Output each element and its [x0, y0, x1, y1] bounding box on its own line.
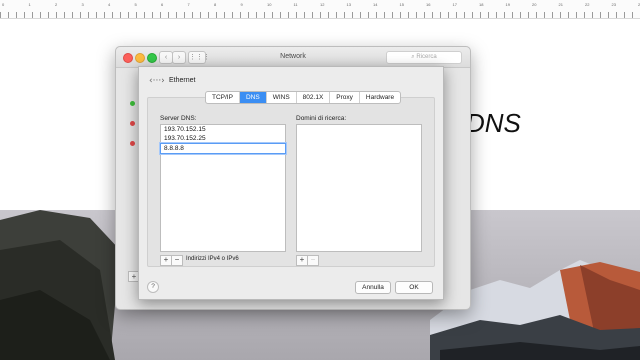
ruler-number: 1: [28, 2, 31, 7]
ruler-number: 8: [214, 2, 217, 7]
add-dns-button[interactable]: +: [160, 255, 172, 266]
ruler-number: 5: [134, 2, 137, 7]
search-icon: ⌕: [411, 54, 415, 60]
search-placeholder: Ricerca: [416, 54, 437, 60]
ruler-number: 3: [81, 2, 84, 7]
add-domain-button[interactable]: +: [296, 255, 308, 266]
settings-tabs: TCP/IP DNS WINS 802.1X Proxy Hardware: [205, 91, 402, 104]
ruler-number: 2: [55, 2, 58, 7]
dns-servers-label: Server DNS:: [160, 115, 197, 122]
tab-proxy[interactable]: Proxy: [330, 92, 360, 103]
ruler-number: 13: [346, 2, 351, 7]
ethernet-icon: ‹···›: [149, 76, 165, 86]
dns-server-entry[interactable]: 193.70.152.25: [161, 134, 285, 143]
tab-802-1x[interactable]: 802.1X: [297, 92, 331, 103]
dns-server-entry[interactable]: 8.8.8.8: [160, 143, 286, 154]
ruler-number: 23: [611, 2, 616, 7]
tab-dns[interactable]: DNS: [239, 92, 267, 103]
tab-wins[interactable]: WINS: [267, 92, 297, 103]
ruler-number: 20: [532, 2, 537, 7]
dns-settings-sheet: ‹···› Ethernet Server DNS: 193.70.152.15…: [138, 66, 444, 300]
ruler-number: 11: [293, 2, 298, 7]
ruler-number: 21: [558, 2, 563, 7]
status-dot-red-2: [130, 141, 135, 146]
document-ruler: 0123456789101112131415161718192021222324…: [0, 0, 640, 19]
dns-add-remove: + −: [160, 255, 183, 266]
cancel-button[interactable]: Annulla: [355, 281, 391, 294]
remove-dns-button[interactable]: −: [172, 255, 183, 266]
ok-button[interactable]: OK: [395, 281, 433, 294]
dns-servers-list[interactable]: 193.70.152.15 193.70.152.25 8.8.8.8: [160, 124, 286, 252]
search-domains-list[interactable]: [296, 124, 422, 252]
search-domains-label: Domini di ricerca:: [296, 115, 347, 122]
ruler-number: 18: [479, 2, 484, 7]
ruler-number: 16: [426, 2, 431, 7]
help-button[interactable]: ?: [147, 281, 159, 293]
ruler-number: 17: [452, 2, 457, 7]
remove-domain-button[interactable]: −: [308, 255, 319, 266]
ruler-number: 4: [108, 2, 111, 7]
dns-panel: Server DNS: 193.70.152.15 193.70.152.25 8.…: [147, 97, 435, 267]
ruler-number: 22: [585, 2, 590, 7]
tab-tcp-ip[interactable]: TCP/IP: [206, 92, 240, 103]
window-titlebar: ‹ › ⋮⋮⋮ Network ⌕ Ricerca: [116, 47, 470, 68]
ruler-number: 9: [240, 2, 243, 7]
ruler-number: 14: [373, 2, 378, 7]
dns-server-entry[interactable]: 193.70.152.15: [161, 125, 285, 134]
tab-hardware[interactable]: Hardware: [360, 92, 400, 103]
ruler-number: 7: [187, 2, 190, 7]
ruler-number: 6: [161, 2, 164, 7]
search-field[interactable]: ⌕ Ricerca: [386, 51, 462, 64]
dns-hint: Indirizzi IPv4 o IPv6: [186, 256, 239, 262]
status-dot-green: [130, 101, 135, 106]
ruler-ticks: [0, 12, 640, 18]
ruler-number: 12: [320, 2, 325, 7]
ruler-number: 0: [2, 2, 5, 7]
ruler-number: 19: [505, 2, 510, 7]
domain-add-remove: + −: [296, 255, 319, 266]
ruler-number: 15: [399, 2, 404, 7]
status-dot-red: [130, 121, 135, 126]
interface-name: Ethernet: [169, 77, 196, 84]
ruler-number: 10: [267, 2, 272, 7]
document-heading: DNS: [466, 108, 521, 138]
